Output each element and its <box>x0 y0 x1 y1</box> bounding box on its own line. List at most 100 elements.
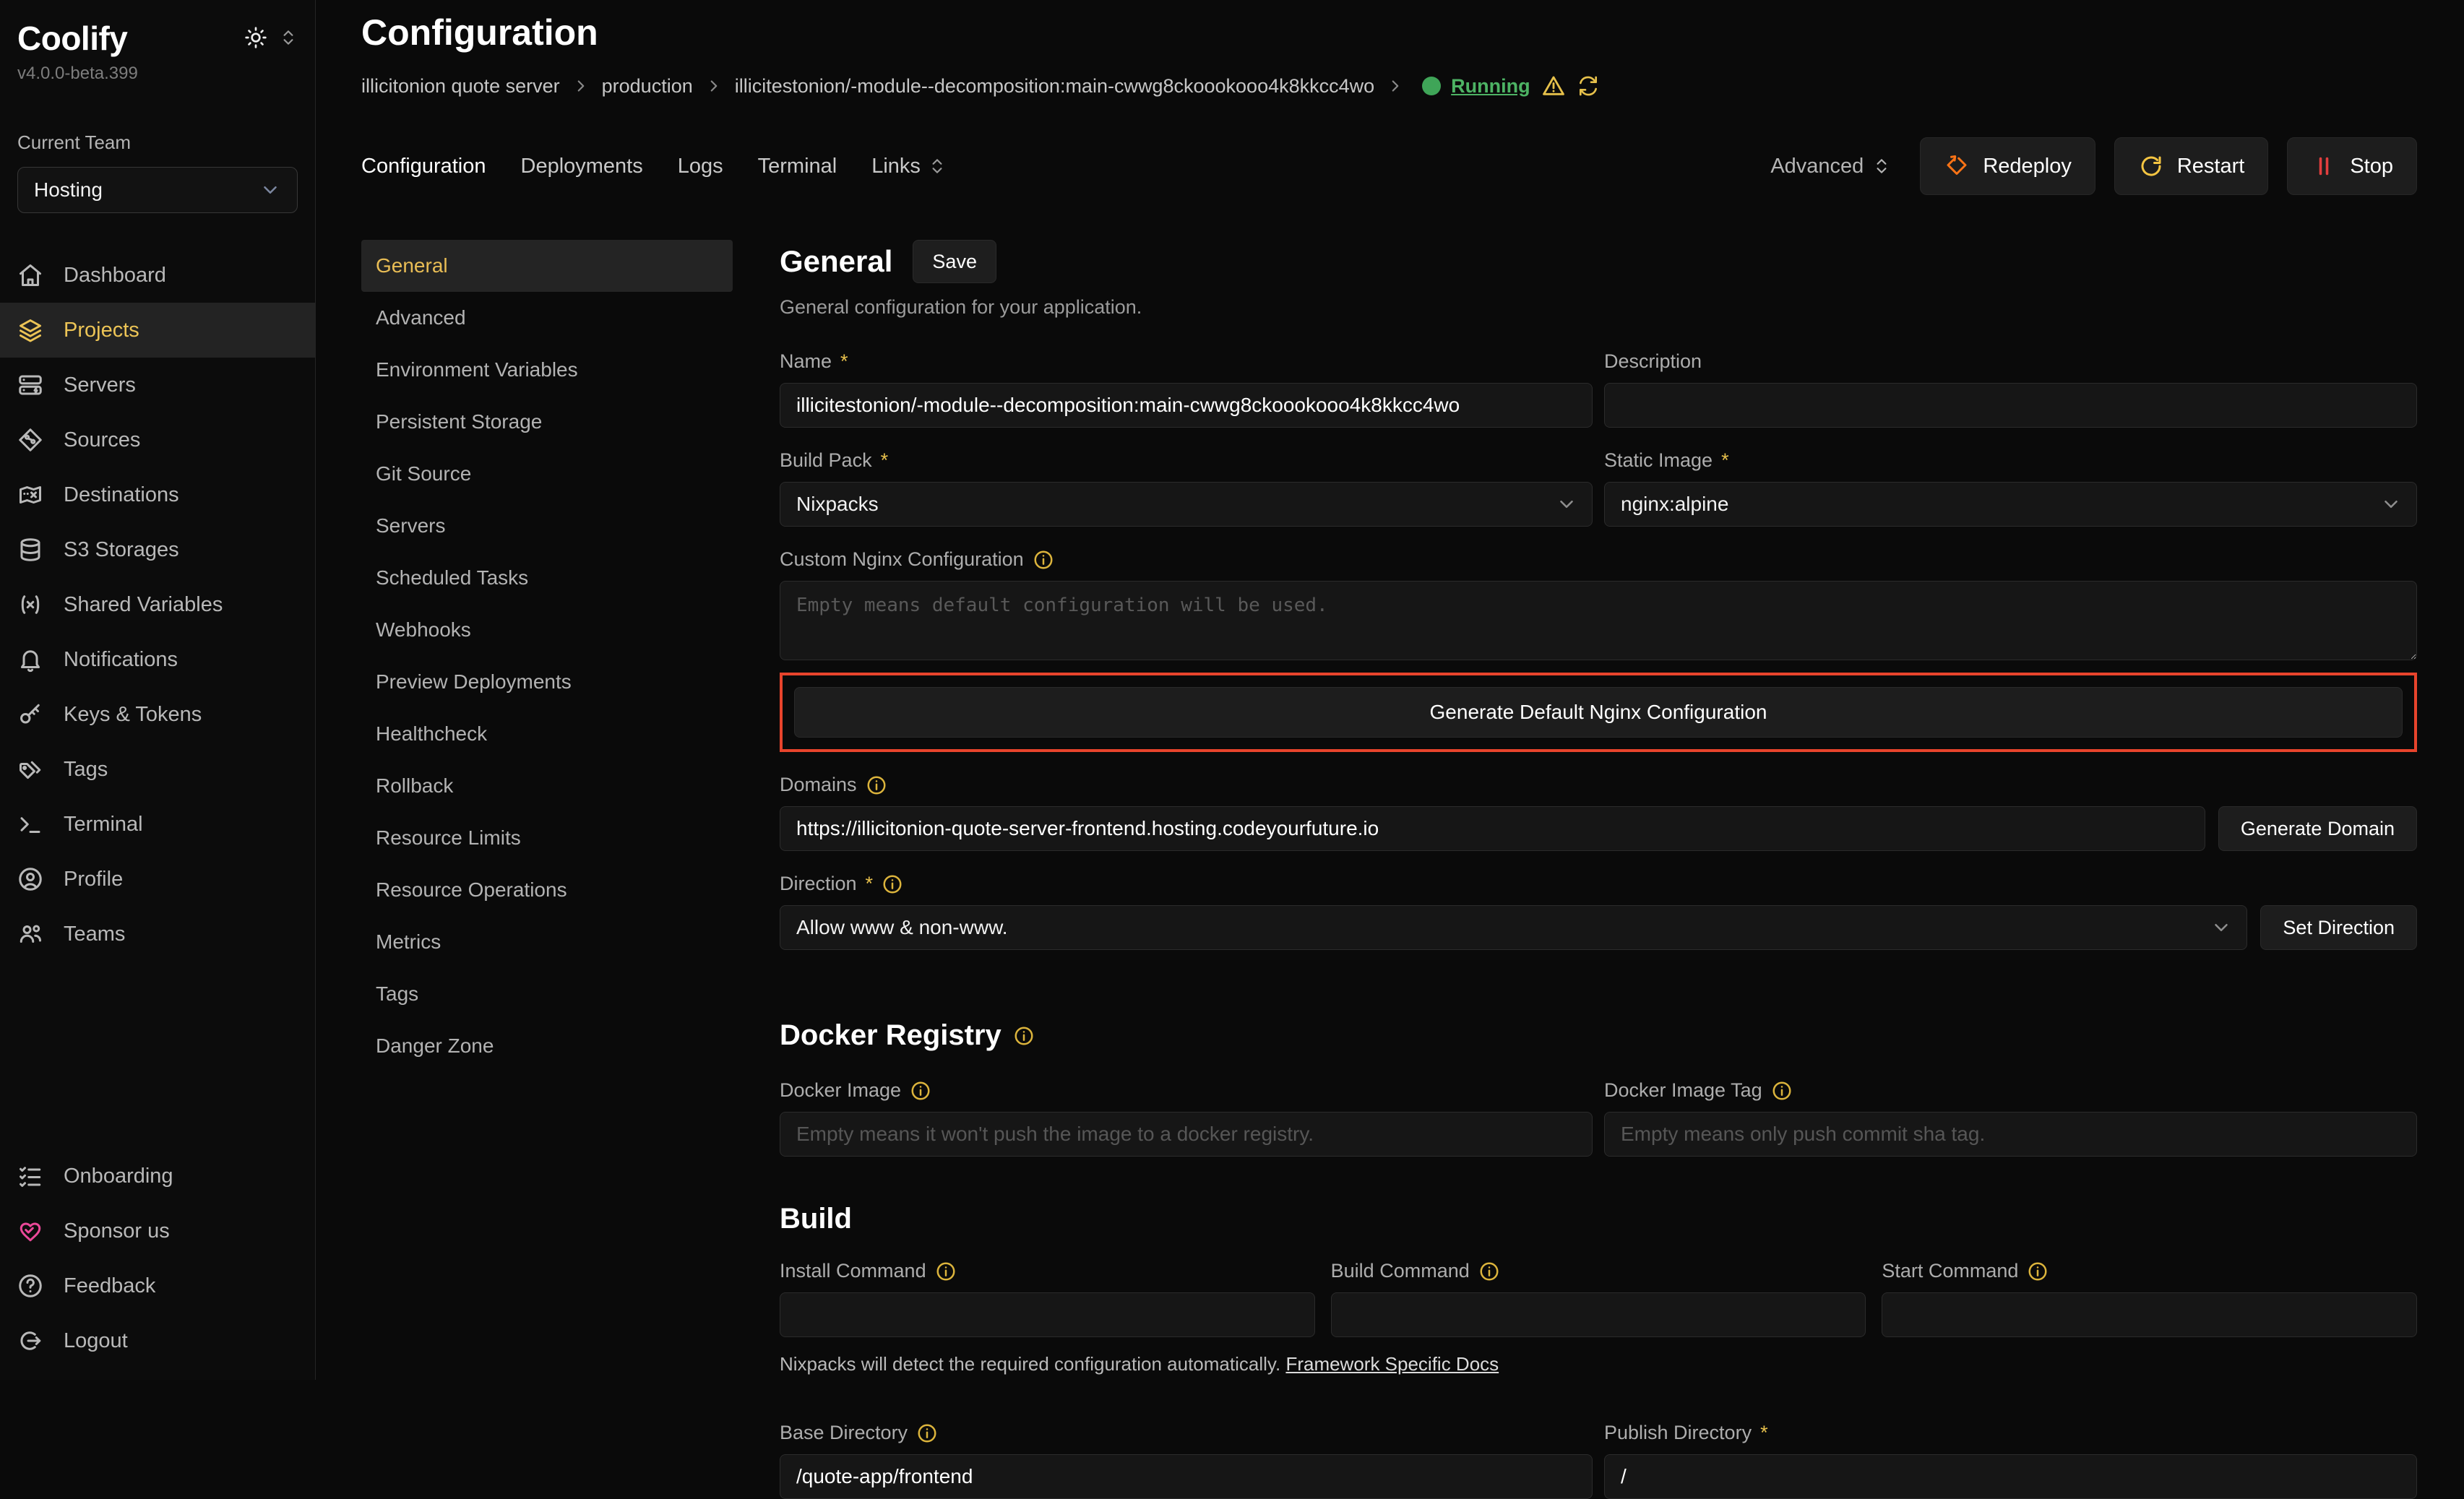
tab-logs[interactable]: Logs <box>678 155 723 178</box>
app-logo: Coolify <box>17 19 127 58</box>
generate-nginx-button[interactable]: Generate Default Nginx Configuration <box>794 687 2403 738</box>
breadcrumb-environment[interactable]: production <box>602 75 693 98</box>
sidebar-item-sponsor[interactable]: Sponsor us <box>0 1204 315 1258</box>
sidebar-item-terminal[interactable]: Terminal <box>0 797 315 852</box>
info-icon[interactable] <box>916 1422 938 1444</box>
subnav-item-resource-limits[interactable]: Resource Limits <box>361 812 733 864</box>
team-select[interactable]: Hosting <box>17 167 298 213</box>
docker-image-tag-input[interactable] <box>1604 1112 2417 1157</box>
redeploy-icon <box>1944 153 1970 179</box>
subnav-item-advanced[interactable]: Advanced <box>361 292 733 344</box>
subnav-item-webhooks[interactable]: Webhooks <box>361 604 733 656</box>
info-icon[interactable] <box>1478 1261 1500 1282</box>
info-icon[interactable] <box>1013 1025 1035 1047</box>
tab-links[interactable]: Links <box>871 155 947 178</box>
sidebar-item-profile[interactable]: Profile <box>0 852 315 907</box>
sidebar-item-logout[interactable]: Logout <box>0 1313 315 1368</box>
name-input[interactable] <box>780 383 1593 428</box>
set-direction-button[interactable]: Set Direction <box>2260 905 2417 950</box>
breadcrumb-resource[interactable]: illicitestonion/-module--decomposition:m… <box>735 75 1374 98</box>
subnav-item-preview-deployments[interactable]: Preview Deployments <box>361 656 733 708</box>
subnav-item-healthcheck[interactable]: Healthcheck <box>361 708 733 760</box>
refresh-icon[interactable] <box>1577 74 1600 98</box>
sidebar-item-projects[interactable]: Projects <box>0 303 315 358</box>
sidebar-item-shared-variables[interactable]: Shared Variables <box>0 577 315 632</box>
custom-nginx-textarea[interactable] <box>780 581 2417 660</box>
section-heading-general: General <box>780 244 892 279</box>
domains-input[interactable] <box>780 806 2205 851</box>
start-command-input[interactable] <box>1882 1292 2417 1337</box>
base-directory-input[interactable] <box>780 1454 1593 1499</box>
subnav-item-tags[interactable]: Tags <box>361 968 733 1020</box>
tab-deployments[interactable]: Deployments <box>521 155 643 178</box>
subnav-item-danger-zone[interactable]: Danger Zone <box>361 1020 733 1072</box>
key-icon <box>17 701 43 727</box>
description-label: Description <box>1604 350 2417 373</box>
sidebar-item-servers[interactable]: Servers <box>0 358 315 412</box>
restart-button[interactable]: Restart <box>2114 137 2268 195</box>
static-image-select[interactable]: nginx:alpine <box>1604 482 2417 527</box>
generate-domain-button[interactable]: Generate Domain <box>2218 806 2417 851</box>
chevron-down-icon <box>259 179 281 201</box>
info-icon[interactable] <box>2027 1261 2049 1282</box>
theme-selector-icon[interactable] <box>279 28 298 47</box>
build-command-input[interactable] <box>1331 1292 1866 1337</box>
custom-nginx-label: Custom Nginx Configuration <box>780 548 2417 571</box>
highlight-box: Generate Default Nginx Configuration <box>780 673 2417 752</box>
docker-image-input[interactable] <box>780 1112 1593 1157</box>
sidebar-item-feedback[interactable]: Feedback <box>0 1258 315 1313</box>
checklist-icon <box>17 1163 43 1189</box>
subnav-item-persistent-storage[interactable]: Persistent Storage <box>361 396 733 448</box>
subnav-item-servers[interactable]: Servers <box>361 500 733 552</box>
heart-hands-icon <box>17 1218 43 1244</box>
sidebar-item-destinations[interactable]: Destinations <box>0 467 315 522</box>
start-command-label: Start Command <box>1882 1260 2417 1282</box>
sidebar-item-sources[interactable]: Sources <box>0 412 315 467</box>
framework-docs-link[interactable]: Framework Specific Docs <box>1285 1353 1499 1375</box>
info-icon[interactable] <box>882 873 903 895</box>
status-dot-icon <box>1422 77 1441 95</box>
redeploy-button[interactable]: Redeploy <box>1920 137 2095 195</box>
sidebar-nav: Dashboard Projects Servers Sources Desti… <box>0 248 315 962</box>
docker-registry-heading: Docker Registry <box>780 1019 2417 1052</box>
info-icon[interactable] <box>935 1261 957 1282</box>
status-link[interactable]: Running <box>1451 75 1530 98</box>
install-command-input[interactable] <box>780 1292 1315 1337</box>
info-icon[interactable] <box>910 1080 931 1102</box>
direction-select[interactable]: Allow www & non-www. <box>780 905 2247 950</box>
warning-triangle-icon[interactable] <box>1541 74 1567 98</box>
sidebar-item-teams[interactable]: Teams <box>0 907 315 962</box>
advanced-dropdown[interactable]: Advanced <box>1770 155 1891 178</box>
theme-sun-icon[interactable] <box>244 26 267 49</box>
sidebar-item-notifications[interactable]: Notifications <box>0 632 315 687</box>
sidebar-item-dashboard[interactable]: Dashboard <box>0 248 315 303</box>
description-input[interactable] <box>1604 383 2417 428</box>
team-select-value: Hosting <box>34 178 103 202</box>
subnav-item-scheduled-tasks[interactable]: Scheduled Tasks <box>361 552 733 604</box>
build-heading: Build <box>780 1203 2417 1235</box>
build-pack-select[interactable]: Nixpacks <box>780 482 1593 527</box>
sidebar-item-keys-tokens[interactable]: Keys & Tokens <box>0 687 315 742</box>
subnav-item-environment-variables[interactable]: Environment Variables <box>361 344 733 396</box>
publish-directory-label: Publish Directory* <box>1604 1422 2417 1444</box>
info-icon[interactable] <box>866 774 887 796</box>
chevron-right-icon <box>1386 77 1405 95</box>
nixpacks-helper-text: Nixpacks will detect the required config… <box>780 1353 2417 1375</box>
subnav-item-git-source[interactable]: Git Source <box>361 448 733 500</box>
selector-icon <box>1872 157 1891 176</box>
sidebar-item-onboarding[interactable]: Onboarding <box>0 1149 315 1204</box>
subnav-item-rollback[interactable]: Rollback <box>361 760 733 812</box>
tab-configuration[interactable]: Configuration <box>361 155 486 178</box>
sidebar-item-s3-storages[interactable]: S3 Storages <box>0 522 315 577</box>
subnav-item-general[interactable]: General <box>361 240 733 292</box>
save-button[interactable]: Save <box>913 240 996 283</box>
publish-directory-input[interactable] <box>1604 1454 2417 1499</box>
info-icon[interactable] <box>1771 1080 1793 1102</box>
info-icon[interactable] <box>1033 549 1054 571</box>
subnav-item-metrics[interactable]: Metrics <box>361 916 733 968</box>
stop-button[interactable]: Stop <box>2287 137 2417 195</box>
sidebar-item-tags[interactable]: Tags <box>0 742 315 797</box>
breadcrumb-project[interactable]: illicitonion quote server <box>361 75 560 98</box>
tab-terminal[interactable]: Terminal <box>758 155 837 178</box>
subnav-item-resource-operations[interactable]: Resource Operations <box>361 864 733 916</box>
